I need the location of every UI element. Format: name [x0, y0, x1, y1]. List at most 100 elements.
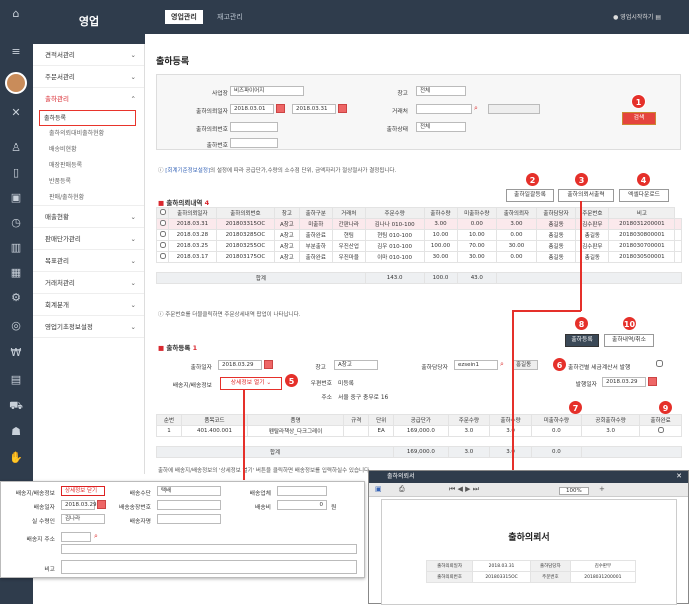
col-header[interactable]: 출하담당자 — [535, 207, 577, 219]
save-icon[interactable]: ▣ — [375, 485, 382, 493]
tools-icon[interactable]: ✕ — [8, 105, 24, 121]
gauge-icon[interactable]: ◎ — [8, 318, 24, 334]
search-icon[interactable]: ⌕ — [474, 104, 478, 113]
home-icon[interactable]: ⌂ — [8, 6, 24, 22]
user-icon[interactable]: ♙ — [8, 140, 24, 156]
people-icon[interactable]: ☗ — [8, 424, 24, 440]
sidebar-item-quote[interactable]: 견적서관리 ⌄ — [33, 44, 144, 66]
bulk-register-button[interactable]: 출하일괄등록 — [506, 189, 554, 202]
sidebar-sub-request-status[interactable]: 출하의뢰대비출하현황 — [33, 126, 144, 142]
address-detail-input[interactable] — [61, 544, 357, 554]
detail-close-button[interactable]: 상세정보 닫기 — [61, 486, 105, 496]
col-header[interactable]: 출하수량 — [423, 207, 458, 219]
col-header[interactable]: 출하의뢰번호 — [215, 207, 276, 219]
clock-icon[interactable]: ◷ — [8, 215, 24, 231]
date-from-input[interactable]: 2018.03.01 — [230, 104, 274, 114]
start-sales-link[interactable]: ● 영업시작하기 ▤ — [613, 12, 661, 21]
handshake-icon[interactable]: ✋ — [8, 450, 24, 466]
address-input[interactable] — [61, 532, 91, 542]
sidebar-item-price[interactable]: 판매단가관리 ⌄ — [33, 228, 144, 250]
zoom-in-icon[interactable]: + — [599, 485, 605, 493]
row-checkbox[interactable] — [159, 220, 166, 226]
calendar-icon[interactable] — [264, 360, 273, 369]
ship-no-input[interactable] — [230, 138, 278, 148]
client-name-input[interactable] — [488, 104, 540, 114]
receiver-input[interactable]: 김나라 — [61, 514, 105, 524]
row-checkbox[interactable] — [159, 231, 166, 237]
avatar[interactable] — [5, 72, 27, 94]
col-header[interactable]: 주문수량 — [364, 207, 425, 219]
menu-icon[interactable]: ≡ — [8, 44, 24, 60]
col-header[interactable]: 출하구분 — [298, 207, 333, 219]
carrier-input[interactable] — [277, 486, 327, 496]
report-icon[interactable]: ▤ — [8, 372, 24, 388]
sidebar-item-revenue[interactable]: 매출현황 ⌄ — [33, 206, 144, 228]
issue-date-input[interactable]: 2018.03.29 — [602, 377, 646, 387]
delivery-fee-input[interactable]: 0 — [277, 500, 327, 510]
close-icon[interactable]: ✕ — [676, 472, 682, 480]
search-button[interactable]: 검색 — [622, 112, 656, 125]
settings-icon[interactable]: ⚙ — [8, 290, 24, 306]
accounting-link[interactable]: [회계기준정보설정] — [165, 168, 210, 174]
ship-cancel-button[interactable]: 출하내역/취소 — [604, 334, 654, 347]
calendar-icon[interactable] — [276, 104, 285, 113]
truck-icon[interactable]: ⛟ — [8, 398, 24, 414]
mgr-id-input[interactable]: ezsein1 — [454, 360, 498, 370]
table-row[interactable]: 2018.03.31 201803315OC A창고 미출하 간판나라 김나나 010-1… — [156, 218, 682, 230]
sidebar-item-shipping[interactable]: 출하관리 ⌃ — [33, 88, 144, 110]
sidebar-item-target[interactable]: 목표관리 ⌄ — [33, 250, 144, 272]
delivery-method-select[interactable]: 택배 — [157, 486, 221, 496]
money-icon[interactable]: ₩ — [8, 345, 24, 361]
sidebar-sub-ship-register[interactable]: 출하등록 — [39, 110, 136, 126]
memo-input[interactable] — [61, 560, 357, 574]
biz-select[interactable]: 비즈파이어지 — [230, 86, 304, 96]
nav-icon[interactable]: ⏮ ◀ ▶ ⏭ — [449, 485, 479, 494]
calendar-icon[interactable] — [338, 104, 347, 113]
ship-register-button[interactable]: 출하등록 — [565, 334, 599, 347]
col-header[interactable]: 출하의뢰자 — [496, 207, 537, 219]
detail-open-button[interactable]: 상세정보 열기 ⌄ — [220, 377, 282, 390]
col-header[interactable]: 창고 — [274, 207, 300, 219]
sidebar-sub-sale-status[interactable]: 판매/출하현황 — [33, 190, 144, 206]
col-header[interactable]: 출하의뢰일자 — [168, 207, 217, 219]
date-to-input[interactable]: 2018.03.31 — [292, 104, 336, 114]
search-icon[interactable]: ⌕ — [94, 532, 98, 541]
table-row[interactable]: 2018.03.17 201803175OC A창고 출하완료 우진마을 이마 010-1… — [156, 251, 682, 263]
col-header[interactable]: 거래처 — [331, 207, 366, 219]
select-all-checkbox[interactable] — [159, 209, 166, 215]
print-request-button[interactable]: 출하의뢰서출력 — [558, 189, 614, 202]
sidebar-item-client[interactable]: 거래처관리 ⌄ — [33, 272, 144, 294]
chart-icon[interactable]: ▥ — [8, 240, 24, 256]
delivery-date-input[interactable]: 2018.03.29 — [61, 500, 97, 510]
search-icon[interactable]: ⌕ — [500, 360, 504, 369]
sidebar-sub-return[interactable]: 반품등록 — [33, 174, 144, 190]
calendar-icon[interactable]: ▦ — [8, 265, 24, 281]
excel-download-button[interactable]: 엑셀다운로드 — [619, 189, 669, 202]
complete-checkbox[interactable] — [657, 427, 664, 433]
document-icon[interactable]: ▯ — [8, 165, 24, 181]
sidebar-item-accounting[interactable]: 회계분개 ⌄ — [33, 294, 144, 316]
calendar-icon[interactable] — [648, 377, 657, 386]
box-icon[interactable]: ▣ — [8, 190, 24, 206]
tab-inventory[interactable]: 재고관리 — [211, 10, 249, 24]
zoom-value[interactable]: 100% — [559, 487, 589, 495]
tax-checkbox[interactable] — [656, 360, 663, 367]
sidebar-sub-delivery-cost[interactable]: 배송비현황 — [33, 142, 144, 158]
tracking-input[interactable] — [157, 500, 221, 510]
status-select[interactable]: 전체 — [416, 122, 466, 132]
table-row[interactable]: 2018.03.28 201803285OC A창고 출하완료 현팀 현팀 010-100… — [156, 229, 682, 241]
row-checkbox[interactable] — [159, 242, 166, 248]
print-icon[interactable]: ⎙ — [399, 485, 405, 494]
sidebar-item-basic-setup[interactable]: 영업기초정보설정 ⌄ — [33, 316, 144, 338]
table-row[interactable]: 1 401.400.001 펜탈라책상_다크그레이 EA 169,000.0 3.0 3.0… — [156, 425, 682, 437]
sidebar-sub-store-sale[interactable]: 매장판매등록 — [33, 158, 144, 174]
tab-sales[interactable]: 영업관리 — [165, 10, 203, 24]
ship-date-input[interactable]: 2018.03.29 — [218, 360, 262, 370]
req-no-input[interactable] — [230, 122, 278, 132]
wh-select[interactable]: A창고 — [334, 360, 378, 370]
row-checkbox[interactable] — [159, 253, 166, 259]
client-input[interactable] — [416, 104, 472, 114]
sender-input[interactable] — [157, 514, 221, 524]
col-header[interactable]: 비고 — [608, 207, 676, 219]
table-row[interactable]: 2018.03.25 201803255OC A창고 부분출하 우진산업 김우 010-1… — [156, 240, 682, 252]
